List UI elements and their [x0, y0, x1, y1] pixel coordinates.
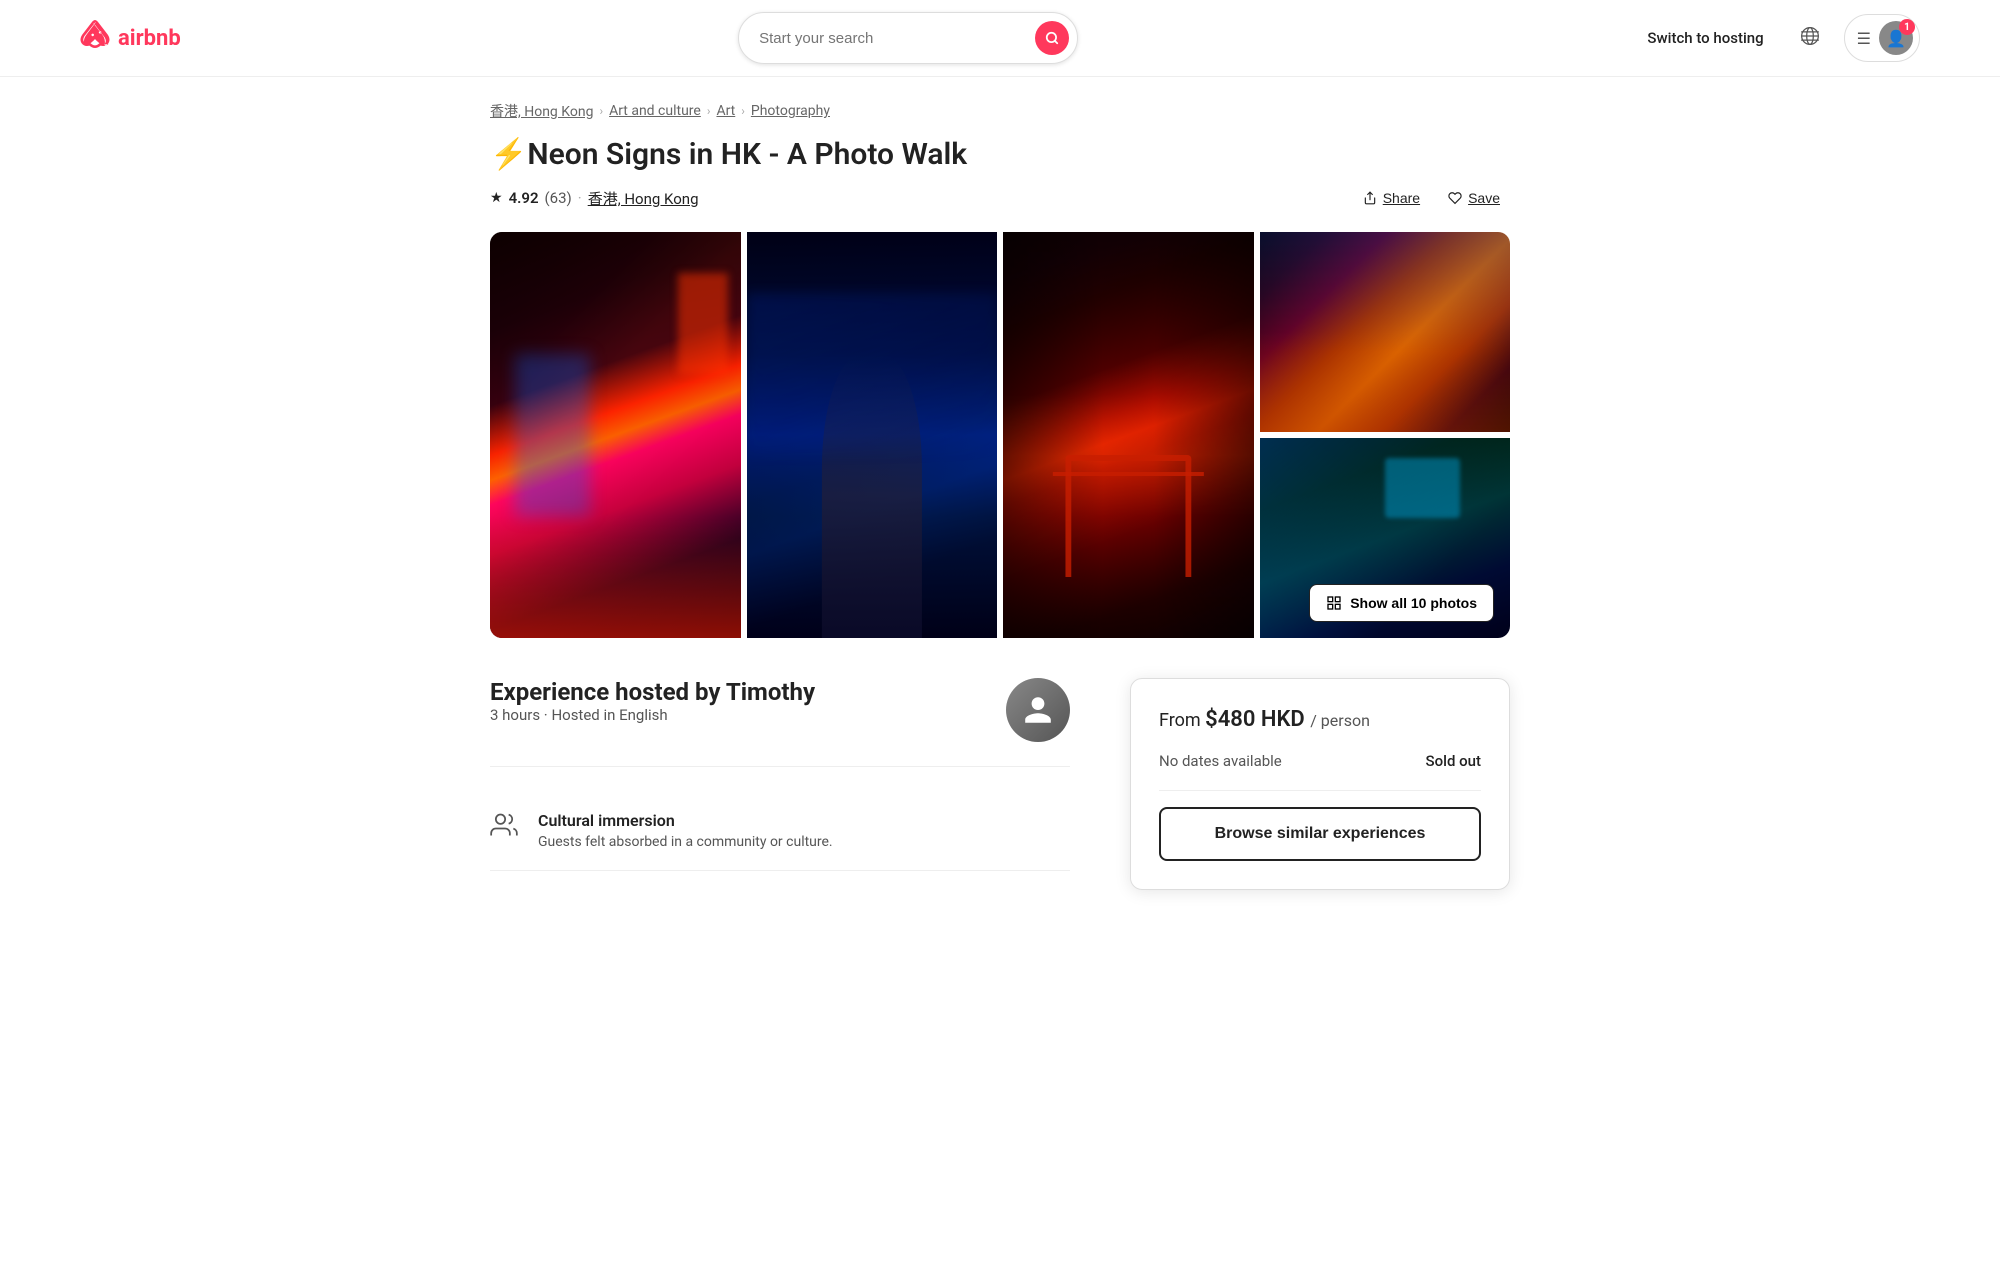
photo-4[interactable]: [1003, 232, 1254, 638]
action-buttons: Share Save: [1353, 184, 1510, 212]
breadcrumb-art[interactable]: Art: [716, 103, 735, 119]
main-content: 香港, Hong Kong › Art and culture › Art › …: [450, 77, 1550, 950]
photo-grid: Show all 10 photos: [490, 232, 1510, 638]
photo-2[interactable]: [747, 232, 998, 638]
save-button[interactable]: Save: [1438, 184, 1510, 212]
photo-1[interactable]: [490, 232, 741, 638]
save-label: Save: [1468, 190, 1500, 206]
review-count: (63): [545, 189, 572, 207]
price-amount: $480 HKD: [1205, 707, 1310, 732]
user-menu[interactable]: ☰ 👤 1: [1844, 14, 1920, 62]
avatar-wrap: 👤 1: [1879, 21, 1913, 55]
notification-badge: 1: [1899, 19, 1915, 35]
no-dates-label: No dates available: [1159, 752, 1282, 770]
breadcrumb-art-culture[interactable]: Art and culture: [609, 103, 701, 119]
booking-card: From $480 HKD / person No dates availabl…: [1130, 678, 1510, 890]
show-all-photos-label: Show all 10 photos: [1350, 595, 1477, 611]
star-icon: ★: [490, 190, 503, 206]
feature-description: Guests felt absorbed in a community or c…: [538, 834, 833, 850]
host-avatar: [1006, 678, 1070, 742]
divider: [1159, 790, 1481, 791]
browse-similar-button[interactable]: Browse similar experiences: [1159, 807, 1481, 861]
separator-dot: ·: [578, 189, 582, 207]
feature-item: Cultural immersion Guests felt absorbed …: [490, 791, 1070, 871]
sold-out-label: Sold out: [1426, 752, 1481, 770]
search-button[interactable]: [1035, 21, 1069, 55]
availability-row: No dates available Sold out: [1159, 740, 1481, 770]
feature-title: Cultural immersion: [538, 811, 833, 830]
switch-to-hosting[interactable]: Switch to hosting: [1635, 21, 1775, 55]
language-button[interactable]: [1792, 18, 1828, 59]
breadcrumb-hongkong[interactable]: 香港, Hong Kong: [490, 101, 593, 121]
left-column: Experience hosted by Timothy 3 hours · H…: [490, 678, 1070, 890]
location-link[interactable]: 香港, Hong Kong: [588, 188, 699, 209]
from-label: From: [1159, 710, 1201, 731]
logo-text: airbnb: [118, 26, 181, 51]
host-info: Experience hosted by Timothy 3 hours · H…: [490, 678, 815, 724]
feature-text: Cultural immersion Guests felt absorbed …: [538, 811, 833, 850]
hosted-by-title: Experience hosted by Timothy: [490, 678, 815, 706]
host-name: Timothy: [726, 678, 815, 706]
share-label: Share: [1383, 190, 1420, 206]
duration: 3 hours: [490, 706, 540, 724]
per-person: / person: [1310, 711, 1370, 730]
host-details: 3 hours · Hosted in English: [490, 706, 815, 724]
host-section: Experience hosted by Timothy 3 hours · H…: [490, 678, 1070, 767]
show-all-photos-button[interactable]: Show all 10 photos: [1309, 584, 1494, 622]
right-column: From $480 HKD / person No dates availabl…: [1130, 678, 1510, 890]
search-bar[interactable]: [738, 12, 1078, 64]
price-value: $480 HKD: [1205, 707, 1305, 732]
photo-3-top[interactable]: [1260, 232, 1511, 432]
page-title: ⚡Neon Signs in HK - A Photo Walk: [490, 137, 1510, 172]
header: airbnb Switch to hosting ☰ 👤 1: [0, 0, 2000, 77]
breadcrumb-sep-2: ›: [707, 104, 711, 118]
share-button[interactable]: Share: [1353, 184, 1430, 212]
breadcrumb-sep-3: ›: [741, 104, 745, 118]
breadcrumb-photography[interactable]: Photography: [751, 103, 830, 119]
language: Hosted in English: [551, 706, 667, 724]
rating-row: ★ 4.92 (63) · 香港, Hong Kong Share Save: [490, 184, 1510, 212]
cultural-immersion-icon: [490, 811, 522, 845]
breadcrumb: 香港, Hong Kong › Art and culture › Art › …: [490, 101, 1510, 121]
header-right: Switch to hosting ☰ 👤 1: [1635, 14, 1920, 62]
airbnb-logo-icon: [80, 18, 110, 58]
rating-value: 4.92: [509, 189, 539, 207]
content-layout: Experience hosted by Timothy 3 hours · H…: [490, 678, 1510, 890]
breadcrumb-sep-1: ›: [599, 104, 603, 118]
hamburger-icon: ☰: [1857, 29, 1871, 48]
logo[interactable]: airbnb: [80, 18, 181, 58]
price-row: From $480 HKD / person: [1159, 707, 1481, 732]
search-input[interactable]: [759, 30, 1025, 47]
